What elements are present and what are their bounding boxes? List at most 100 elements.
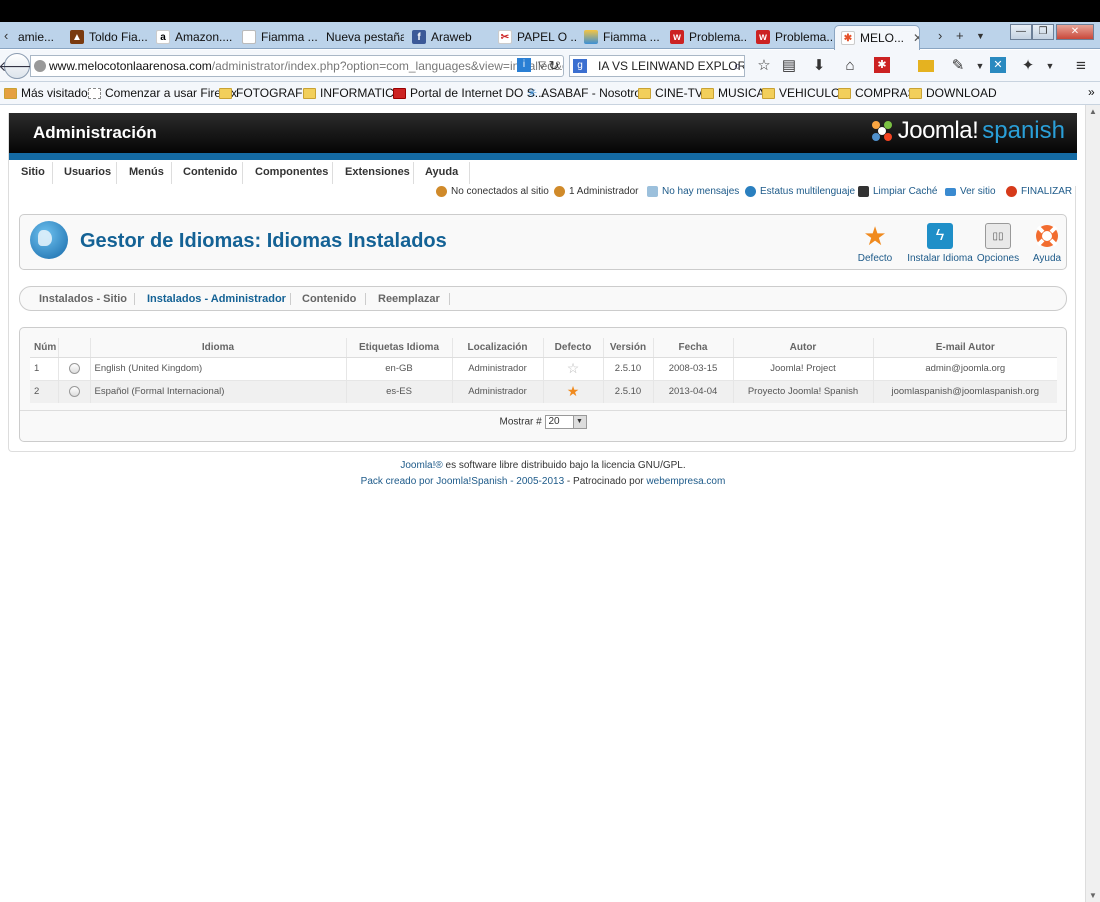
bookmark-cine-tv[interactable]: CINE-TV bbox=[638, 86, 703, 100]
joomlaspanish-link[interactable]: Pack creado por Joomla!Spanish - 2005-20… bbox=[361, 476, 564, 487]
bookmark-asabaf[interactable]: ✳ ASABAF - Nosotros bbox=[527, 86, 647, 100]
scroll-down-icon[interactable]: ▼ bbox=[1089, 891, 1097, 900]
menu-ayuda[interactable]: Ayuda bbox=[425, 166, 458, 178]
col-email[interactable]: E-mail Autor bbox=[873, 338, 1057, 358]
download-icon[interactable]: ⬇ bbox=[809, 57, 829, 75]
addon-icon[interactable]: ✱ bbox=[874, 57, 890, 73]
extension-dropdown-icon[interactable]: ▼ bbox=[1040, 57, 1060, 75]
page-icon bbox=[88, 87, 101, 99]
header-accent-bar bbox=[9, 153, 1077, 160]
bookmark-compras[interactable]: COMPRAS bbox=[838, 86, 916, 100]
bookmark-most-visited[interactable]: Más visitados bbox=[4, 86, 94, 100]
col-language[interactable]: Idioma bbox=[90, 338, 347, 358]
webempresa-link[interactable]: webempresa.com bbox=[646, 476, 725, 487]
bookmark-portal[interactable]: Portal de Internet DO S... bbox=[393, 86, 545, 100]
scissors-icon: ✂ bbox=[498, 30, 512, 44]
menu-usuarios[interactable]: Usuarios bbox=[64, 166, 111, 178]
close-window-button[interactable]: ✕ bbox=[1056, 24, 1094, 40]
bookmark-fotografia[interactable]: FOTOGRAFIA bbox=[219, 86, 314, 100]
install-language-button[interactable]: ϟ Instalar Idioma bbox=[905, 223, 975, 264]
tools-icon[interactable]: ✎ bbox=[948, 57, 968, 75]
new-tab-icon[interactable]: + bbox=[956, 28, 964, 43]
tab-0[interactable]: amie... bbox=[12, 25, 64, 49]
scroll-up-icon[interactable]: ▲ bbox=[1089, 107, 1097, 116]
tab-3[interactable]: Fiamma ... bbox=[236, 25, 320, 49]
subnav-divider bbox=[365, 293, 366, 305]
subnav-content[interactable]: Contenido bbox=[302, 293, 356, 305]
sync-icon[interactable]: ✕ bbox=[990, 57, 1006, 73]
row-default[interactable]: ☆ bbox=[543, 357, 604, 381]
addon-yellow-icon[interactable] bbox=[918, 60, 934, 72]
bookmark-download[interactable]: DOWNLOAD bbox=[909, 86, 997, 100]
col-default[interactable]: Defecto bbox=[543, 338, 604, 358]
tools-dropdown-icon[interactable]: ▼ bbox=[970, 57, 990, 75]
status-clear-cache[interactable]: Limpiar Caché bbox=[858, 186, 937, 197]
subnav-installed-admin[interactable]: Instalados - Administrador bbox=[147, 293, 286, 305]
tab-2[interactable]: a Amazon.... bbox=[150, 25, 234, 49]
minimize-button[interactable]: — bbox=[1010, 24, 1032, 40]
menu-sitio[interactable]: Sitio bbox=[21, 166, 45, 178]
tab-7[interactable]: Fiamma ... bbox=[578, 25, 662, 49]
status-messages[interactable]: No hay mensajes bbox=[647, 186, 739, 197]
tab-6[interactable]: ✂ PAPEL O ... bbox=[492, 25, 576, 49]
tab-4[interactable]: Nueva pestaña bbox=[320, 25, 404, 49]
search-icon[interactable]: ⌕ bbox=[734, 56, 741, 76]
maximize-button[interactable]: ❐ bbox=[1032, 24, 1054, 40]
search-bar[interactable]: g IA VS LEINWAND EXPLORER ⌕ bbox=[569, 55, 745, 77]
tab-scroll-right-icon[interactable]: › bbox=[938, 28, 942, 43]
default-button[interactable]: ★ Defecto bbox=[845, 223, 905, 264]
menu-hamburger-icon[interactable]: ≡ bbox=[1071, 57, 1091, 75]
status-multilang[interactable]: Estatus multilenguaje bbox=[745, 186, 855, 197]
back-button[interactable]: 🡐 bbox=[0, 53, 36, 79]
reload-icon[interactable]: ↻ bbox=[544, 57, 564, 75]
tab-9[interactable]: w Problema... bbox=[750, 25, 834, 49]
close-tab-icon[interactable]: ✕ bbox=[913, 31, 919, 45]
col-author[interactable]: Autor bbox=[733, 338, 874, 358]
radio-button[interactable] bbox=[68, 363, 80, 374]
col-num[interactable]: Núm bbox=[30, 338, 59, 358]
radio-button[interactable] bbox=[68, 386, 80, 398]
bookmark-getting-started[interactable]: Comenzar a usar Firefox bbox=[88, 86, 237, 100]
tab-label: Amazon.... bbox=[175, 30, 233, 44]
extension-icon[interactable]: ✦ bbox=[1018, 57, 1038, 75]
bookmark-musica[interactable]: MUSICA bbox=[701, 86, 765, 100]
row-select[interactable] bbox=[58, 380, 91, 403]
table-row: 2 Español (Formal Internacional) es-ES A… bbox=[30, 380, 1057, 403]
menu-menus[interactable]: Menús bbox=[129, 166, 164, 178]
star-outline-icon[interactable]: ☆ bbox=[567, 360, 580, 376]
tab-scroll-left-icon[interactable]: ‹ bbox=[4, 28, 8, 43]
col-date[interactable]: Fecha bbox=[653, 338, 734, 358]
joomla-link[interactable]: Joomla!® bbox=[400, 460, 442, 471]
bookmarks-overflow-icon[interactable]: » bbox=[1088, 85, 1095, 99]
subnav-installed-site[interactable]: Instalados - Sitio bbox=[39, 293, 127, 305]
subnav-override[interactable]: Reemplazar bbox=[378, 293, 440, 305]
status-label: No hay mensajes bbox=[662, 186, 740, 197]
info-icon[interactable]: i bbox=[517, 58, 531, 72]
status-logout[interactable]: FINALIZAR bbox=[1006, 186, 1072, 197]
url-bar[interactable]: www.melocotonlaarenosa.com/administrator… bbox=[30, 55, 564, 77]
menu-componentes[interactable]: Componentes bbox=[255, 166, 328, 178]
tab-5[interactable]: f Araweb bbox=[406, 25, 490, 49]
bookmark-vehiculos[interactable]: VEHICULOS bbox=[762, 86, 848, 100]
menu-extensiones[interactable]: Extensiones bbox=[345, 166, 410, 178]
row-select[interactable] bbox=[58, 357, 91, 381]
list-limit-select[interactable]: 20 ▼ bbox=[544, 415, 587, 429]
home-icon[interactable]: ⌂ bbox=[840, 57, 860, 75]
menu-contenido[interactable]: Contenido bbox=[183, 166, 237, 178]
col-location[interactable]: Localización bbox=[452, 338, 544, 358]
options-button[interactable]: ▯▯ Opciones bbox=[968, 223, 1028, 264]
col-tag[interactable]: Etiquetas Idioma bbox=[346, 338, 453, 358]
help-label: Ayuda bbox=[1032, 253, 1062, 264]
status-view-site[interactable]: Ver sitio bbox=[945, 186, 996, 197]
tab-8[interactable]: w Problema... bbox=[664, 25, 748, 49]
tab-list-icon[interactable]: ▼ bbox=[976, 31, 985, 41]
col-version[interactable]: Versión bbox=[603, 338, 654, 358]
reading-list-icon[interactable]: ▤ bbox=[779, 57, 799, 75]
bookmark-star-icon[interactable]: ☆ bbox=[754, 57, 774, 75]
tab-1[interactable]: ▲ Toldo Fia... bbox=[64, 25, 148, 49]
status-label: 1 Administrador bbox=[569, 186, 639, 197]
tab-10-active[interactable]: ✱ MELO... ✕ bbox=[834, 25, 920, 50]
help-button[interactable]: Ayuda bbox=[1020, 223, 1074, 264]
bookmark-informatica[interactable]: INFORMATICA bbox=[303, 86, 402, 100]
vertical-scrollbar[interactable]: ▲ ▼ bbox=[1085, 105, 1100, 902]
